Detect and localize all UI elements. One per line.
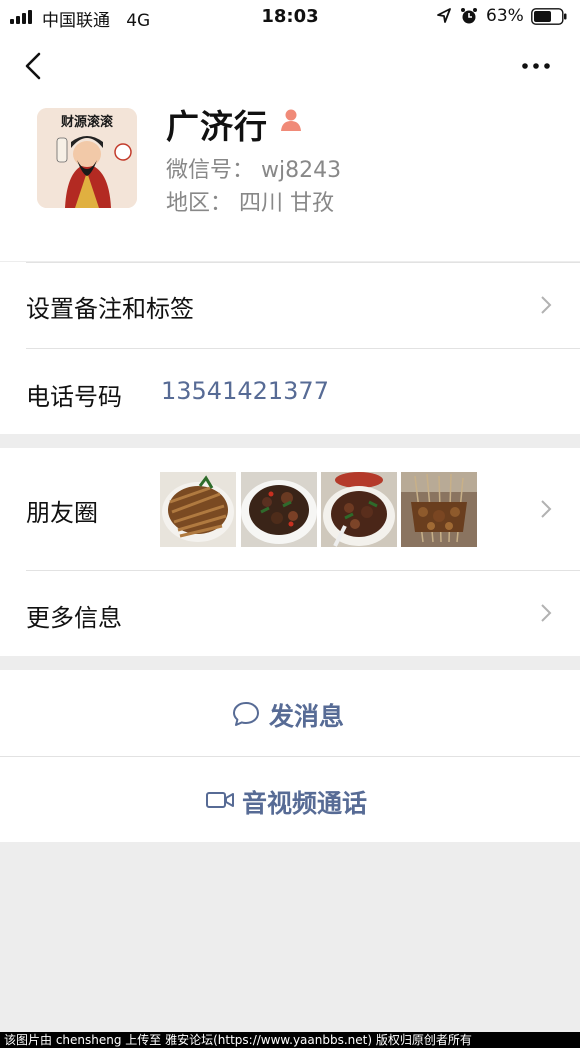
contact-profile-page: 中国联通 4G 18:03 63% 财源滚滚 广济行 微信号： wj8243 地… <box>0 0 580 1048</box>
region-label: 地区： <box>166 191 233 216</box>
profile-header: 财源滚滚 广济行 微信号： wj8243 地区： 四川 甘孜 <box>0 34 580 261</box>
battery-percent: 63% <box>486 6 524 26</box>
status-bar: 中国联通 4G 18:03 63% <box>0 0 580 34</box>
avatar-caption: 财源滚滚 <box>61 114 114 130</box>
divider <box>26 262 580 263</box>
avatar[interactable]: 财源滚滚 <box>37 108 137 208</box>
wechat-id-label: 微信号： <box>166 158 255 183</box>
chevron-right-icon <box>541 500 552 518</box>
chevron-right-icon <box>541 296 552 314</box>
contact-name: 广济行 <box>166 107 268 146</box>
watermark-banner: 该图片由 chensheng 上传至 雅安论坛(https://www.yaan… <box>0 1032 580 1048</box>
region-value: 四川 甘孜 <box>239 191 335 216</box>
phone-row: 电话号码 13541421377 <box>0 348 580 434</box>
video-call-label: 音视频通话 <box>242 789 368 818</box>
more-options-button[interactable] <box>516 56 556 76</box>
remark-label: 设置备注和标签 <box>26 295 194 323</box>
back-button[interactable] <box>18 48 48 84</box>
moment-thumbnail <box>241 472 317 547</box>
more-info-row[interactable]: 更多信息 <box>0 570 580 656</box>
alarm-clock-icon <box>461 8 477 24</box>
divider <box>0 756 580 757</box>
video-call-button[interactable]: 音视频通话 <box>0 756 580 842</box>
divider <box>26 348 580 349</box>
moment-thumbnail <box>401 472 477 547</box>
moment-thumbnail <box>160 472 236 547</box>
chat-bubble-icon <box>233 702 259 726</box>
more-info-label: 更多信息 <box>26 604 122 632</box>
send-message-button[interactable]: 发消息 <box>0 670 580 756</box>
wechat-id: 微信号： wj8243 <box>166 152 341 184</box>
user-female-icon <box>281 109 301 131</box>
avatar-image: 财源滚滚 <box>37 108 137 208</box>
region: 地区： 四川 甘孜 <box>166 185 334 217</box>
moment-thumbnail <box>321 472 397 547</box>
phone-label: 电话号码 <box>26 383 122 411</box>
battery-icon <box>531 8 567 25</box>
remark-row[interactable]: 设置备注和标签 <box>0 262 580 348</box>
wechat-id-value: wj8243 <box>261 158 342 183</box>
moments-label: 朋友圈 <box>26 499 98 527</box>
moments-row[interactable]: 朋友圈 <box>0 448 580 570</box>
send-message-label: 发消息 <box>269 702 345 731</box>
video-camera-icon <box>206 792 234 808</box>
phone-number-link[interactable]: 13541421377 <box>161 377 329 405</box>
chevron-right-icon <box>541 604 552 622</box>
location-arrow-icon <box>437 8 451 23</box>
divider <box>26 570 580 571</box>
